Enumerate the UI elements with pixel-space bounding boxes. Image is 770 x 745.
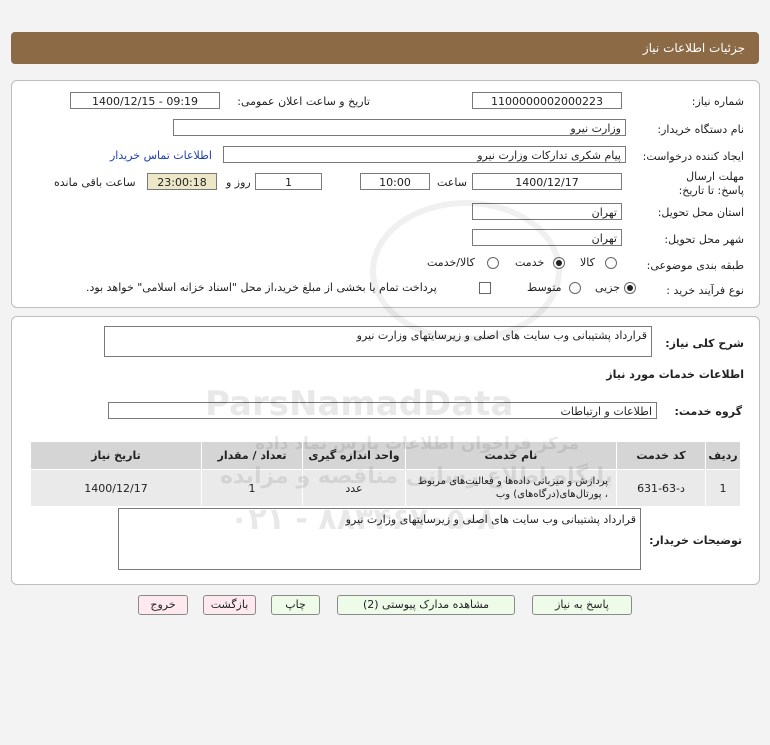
need-number-label: شماره نیاز: <box>691 95 744 108</box>
summary-label: شرح کلی نیاز: <box>665 337 744 350</box>
col-header-qty: تعداد / مقدار <box>201 441 303 470</box>
process-label: نوع فرآیند خرید : <box>666 284 744 297</box>
category-radio-service[interactable] <box>553 257 565 269</box>
view-attachments-button[interactable]: مشاهده مدارک پیوستی (2) <box>337 595 515 615</box>
service-group-label: گروه خدمت: <box>674 405 742 418</box>
province-field: تهران <box>472 203 622 220</box>
process-option-minor: جزیی <box>595 281 621 294</box>
days-field: 1 <box>255 173 322 190</box>
province-label: استان محل تحویل: <box>657 206 744 219</box>
category-option-service: خدمت <box>515 256 545 269</box>
col-header-date: تاریخ نیاز <box>30 441 202 470</box>
cell-row-number: 1 <box>705 469 741 507</box>
need-info-panel <box>11 80 760 308</box>
page-title: جزئیات اطلاعات نیاز <box>642 41 745 55</box>
buyer-notes-field: قرارداد پشتیبانی وب سایت های اصلی و زیرس… <box>118 508 641 570</box>
col-header-row: ردیف <box>705 441 741 470</box>
category-option-goods-service: کالا/خدمت <box>427 256 475 269</box>
remaining-label: ساعت باقی مانده <box>54 176 136 189</box>
contact-buyer-link[interactable]: اطلاعات تماس خریدار <box>110 149 212 162</box>
back-button[interactable]: بازگشت <box>203 595 256 615</box>
treasury-payment-checkbox[interactable] <box>479 282 491 294</box>
page-header: جزئیات اطلاعات نیاز <box>11 32 759 64</box>
process-option-medium: متوسط <box>527 281 562 294</box>
city-label: شهر محل تحویل: <box>664 233 744 246</box>
col-header-unit: واحد اندازه گیری <box>302 441 406 470</box>
buyer-notes-label: توضیحات خریدار: <box>649 534 742 547</box>
deadline-date-field: 1400/12/17 <box>472 173 622 190</box>
col-header-name: نام خدمت <box>405 441 617 470</box>
announce-label: تاریخ و ساعت اعلان عمومی: <box>237 95 370 108</box>
services-table: ردیف کد خدمت نام خدمت واحد اندازه گیری ت… <box>30 441 741 507</box>
city-field: تهران <box>472 229 622 246</box>
category-option-goods: کالا <box>580 256 595 269</box>
process-radio-medium[interactable] <box>569 282 581 294</box>
process-radio-minor[interactable] <box>624 282 636 294</box>
requester-field: پیام شکری تدارکات وزارت نیرو <box>223 146 626 163</box>
cell-need-date: 1400/12/17 <box>30 469 202 507</box>
cell-service-code: د-63-631 <box>616 469 706 507</box>
category-radio-goods-service[interactable] <box>487 257 499 269</box>
table-row: 1 د-63-631 پردازش و میزبانی داده‌ها و فع… <box>30 469 741 507</box>
deadline-time-field: 10:00 <box>360 173 430 190</box>
summary-field: قرارداد پشتیبانی وب سایت های اصلی و زیرس… <box>104 326 652 357</box>
buyer-org-label: نام دستگاه خریدار: <box>657 123 744 136</box>
category-radio-goods[interactable] <box>605 257 617 269</box>
announce-field: 1400/12/15 - 09:19 <box>70 92 220 109</box>
cell-service-name: پردازش و میزبانی داده‌ها و فعالیت‌های مر… <box>405 469 617 507</box>
days-label: روز و <box>226 176 251 189</box>
category-label: طبقه بندی موضوعی: <box>646 259 744 272</box>
exit-button[interactable]: خروج <box>138 595 188 615</box>
requester-label: ایجاد کننده درخواست: <box>642 150 744 163</box>
print-button[interactable]: چاپ <box>271 595 320 615</box>
deadline-label: مهلت ارسال پاسخ: تا تاریخ: <box>678 170 744 197</box>
reply-to-need-button[interactable]: پاسخ به نیاز <box>532 595 632 615</box>
services-section-title: اطلاعات خدمات مورد نیاز <box>606 368 744 381</box>
service-group-field: اطلاعات و ارتباطات <box>108 402 657 419</box>
cell-unit: عدد <box>302 469 406 507</box>
treasury-payment-note: پرداخت تمام یا بخشی از مبلغ خرید،از محل … <box>86 281 437 294</box>
cell-quantity: 1 <box>201 469 303 507</box>
need-number-field: 1100000002000223 <box>472 92 622 109</box>
time-label: ساعت <box>437 176 467 189</box>
buyer-org-field: وزارت نیرو <box>173 119 626 136</box>
remaining-time-field: 23:00:18 <box>147 173 217 190</box>
col-header-code: کد خدمت <box>616 441 706 470</box>
